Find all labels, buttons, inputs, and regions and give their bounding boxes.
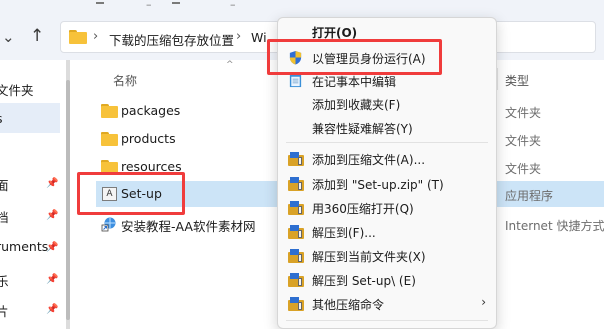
- menu-item-add-archive[interactable]: 添加到压缩文件(A)...: [278, 147, 496, 170]
- nav-item[interactable]: ruments: [0, 239, 48, 259]
- pin-icon[interactable]: 📌: [46, 210, 58, 221]
- breadcrumb-chevron-icon[interactable]: ›: [236, 29, 241, 44]
- pin-icon[interactable]: 📌: [46, 242, 58, 253]
- file-type: Internet 快捷方式: [505, 219, 604, 233]
- folder-icon: [101, 132, 118, 146]
- nav-item[interactable]: 档: [0, 207, 9, 227]
- menu-item-label: 添加到压缩文件(A)...: [312, 153, 426, 167]
- folder-icon: [69, 30, 87, 44]
- menu-item-label: 其他压缩命令: [312, 298, 385, 312]
- pin-icon[interactable]: 📌: [46, 304, 58, 315]
- folder-icon: [101, 160, 118, 174]
- file-name: resources: [121, 159, 182, 174]
- menu-separator: [286, 320, 488, 321]
- menu-item-label: 添加到 "Set-up.zip" (T): [312, 178, 444, 192]
- internet-shortcut-icon: [101, 217, 116, 232]
- nav-scrollbar[interactable]: [66, 60, 70, 329]
- menu-item-label: 以管理员身份运行(A): [312, 52, 426, 66]
- menu-item-label: 解压到当前文件夹(X): [312, 250, 426, 264]
- menu-item-run-as-admin[interactable]: 以管理员身份运行(A): [278, 46, 496, 69]
- menu-separator: [286, 142, 488, 143]
- archive-icon: [288, 249, 304, 263]
- menu-item-other-archive[interactable]: 其他压缩命令 ›: [278, 292, 496, 315]
- pin-icon[interactable]: 📌: [46, 178, 58, 189]
- menu-item-extract-to[interactable]: 解压到(F)...: [278, 220, 496, 243]
- installer-icon: A: [102, 187, 117, 201]
- up-arrow-icon[interactable]: ↑: [30, 26, 44, 46]
- menu-item-label: 兼容性疑难解答(Y): [312, 122, 413, 136]
- archive-icon: [288, 177, 304, 191]
- dash-mark: [172, 2, 180, 4]
- menu-item-label: 用360压缩打开(Q): [312, 202, 414, 216]
- minimize-glyph[interactable]: –: [146, 0, 152, 11]
- menu-item-extract-here[interactable]: 解压到当前文件夹(X): [278, 244, 496, 267]
- scroll-thumb[interactable]: [66, 80, 70, 320]
- file-name: Set-up: [121, 186, 162, 201]
- breadcrumb-partial[interactable]: Wi: [251, 30, 267, 45]
- file-type: 应用程序: [505, 189, 554, 203]
- uac-shield-icon: [289, 50, 302, 65]
- menu-item-label: 打开(O): [312, 26, 358, 40]
- file-name: packages: [121, 103, 181, 118]
- nav-item-label: s: [0, 111, 3, 126]
- archive-icon: [288, 201, 304, 215]
- menu-item-label: 添加到收藏夹(F): [312, 98, 401, 112]
- folder-icon: [101, 104, 118, 118]
- menu-item-open[interactable]: 打开(O): [278, 20, 496, 43]
- menu-item-extract-folder[interactable]: 解压到 Set-up\ (E): [278, 268, 496, 291]
- menu-item-open-360[interactable]: 用360压缩打开(Q): [278, 196, 496, 219]
- archive-icon: [288, 225, 304, 239]
- dropdown-chevron-icon[interactable]: ⌄: [2, 28, 15, 46]
- menu-item-label: 在记事本中编辑: [312, 75, 397, 89]
- archive-icon: [288, 273, 304, 287]
- nav-item[interactable]: 片: [0, 301, 9, 321]
- dash-mark: [96, 2, 104, 4]
- nav-item[interactable]: 频: [0, 325, 9, 329]
- menu-item-label: 解压到(F)...: [312, 226, 376, 240]
- sort-caret-icon[interactable]: ^: [226, 60, 234, 70]
- menu-item-add-zip[interactable]: 添加到 "Set-up.zip" (T): [278, 172, 496, 195]
- file-type: 文件夹: [505, 134, 542, 148]
- archive-icon: [288, 297, 304, 311]
- context-menu: 打开(O) 以管理员身份运行(A) 在记事本中编辑 添加到收藏夹(F) 兼容性疑…: [277, 17, 497, 329]
- file-name: products: [121, 131, 176, 146]
- nav-item[interactable]: 面: [0, 175, 9, 195]
- nav-item[interactable]: 乐: [0, 271, 9, 291]
- column-divider[interactable]: [497, 68, 498, 90]
- menu-item-edit-notepad[interactable]: 在记事本中编辑: [278, 69, 496, 92]
- menu-item-compat[interactable]: 兼容性疑难解答(Y): [278, 116, 496, 139]
- menu-item-label: 解压到 Set-up\ (E): [312, 274, 416, 288]
- submenu-arrow-icon: ›: [481, 295, 486, 309]
- pin-icon[interactable]: 📌: [46, 274, 58, 285]
- column-header-name[interactable]: 名称: [113, 72, 137, 89]
- archive-icon: [288, 152, 304, 166]
- file-type: 文件夹: [505, 106, 542, 120]
- nav-item-selected[interactable]: s: [0, 103, 60, 133]
- navigation-pane: 文件夹 s 面 📌 档 📌 ruments 📌 乐 📌 片 📌 频: [0, 60, 66, 329]
- title-strip: – –: [0, 0, 604, 14]
- nav-item[interactable]: 文件夹: [0, 80, 34, 100]
- breadcrumb-chevron-icon[interactable]: ›: [93, 29, 98, 44]
- file-name: 安装教程-AA软件素材网: [121, 219, 256, 234]
- column-header-type[interactable]: 类型: [505, 72, 529, 89]
- notepad-icon: [289, 73, 302, 88]
- breadcrumb-downloads[interactable]: 下载的压缩包存放位置: [109, 30, 234, 49]
- menu-item-add-favorites[interactable]: 添加到收藏夹(F): [278, 92, 496, 115]
- tab-glyph[interactable]: –: [230, 0, 236, 11]
- file-type: 文件夹: [505, 162, 542, 176]
